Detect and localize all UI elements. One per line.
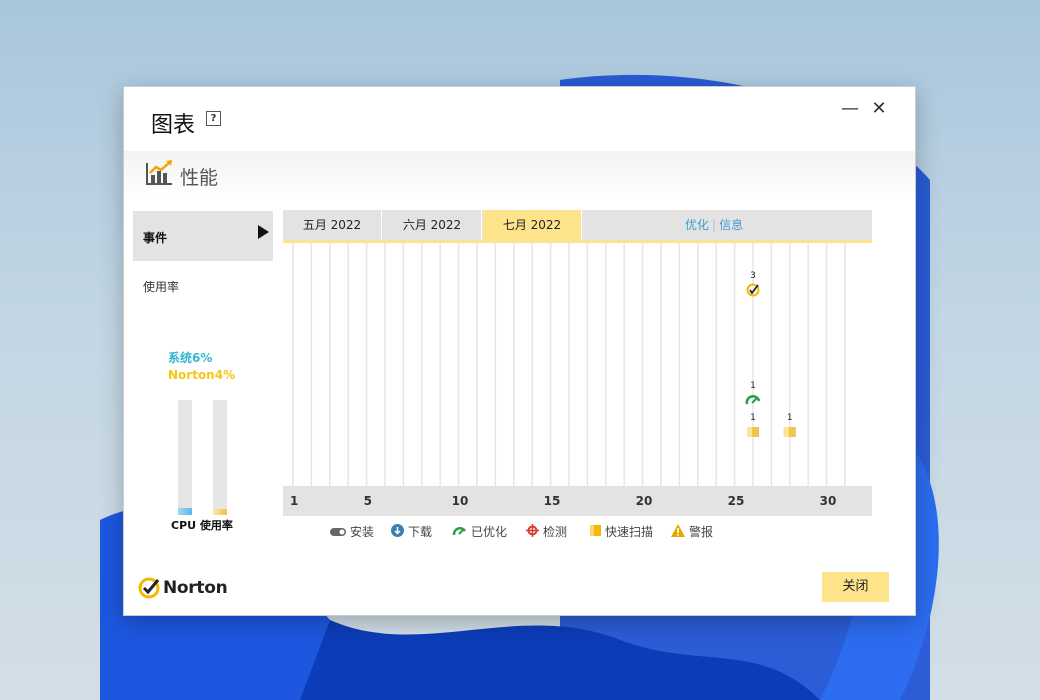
chart-plot-area: 3 1 1 1: [292, 243, 846, 486]
x-tick-label: 10: [451, 494, 469, 508]
alert-icon: [671, 523, 685, 540]
install-icon: [330, 525, 346, 539]
legend-install: 安装: [330, 523, 374, 540]
info-link[interactable]: 信息: [719, 218, 743, 232]
cpu-norton-label: Norton4%: [168, 368, 236, 382]
window-title: 图表: [151, 113, 196, 138]
sidebar-tab-label: 事件: [143, 231, 168, 245]
help-icon[interactable]: ?: [206, 111, 221, 126]
legend-download: 下载: [391, 523, 432, 540]
legend-label: 检测: [543, 525, 568, 539]
cpu-system-label: 系统6%: [168, 351, 213, 365]
legend-label: 警报: [689, 525, 714, 539]
legend-detection: 检测: [526, 523, 567, 540]
quick-scan-icon: [590, 524, 601, 539]
norton-brand-text: Norton: [163, 578, 228, 598]
download-icon: [391, 523, 404, 540]
month-tabs: 五月 2022 六月 2022 七月 2022 优化 | 信息: [283, 210, 872, 240]
event-count-label: 1: [750, 413, 756, 423]
optimized-icon: [452, 525, 467, 539]
cpu-norton-bar-fill: [213, 509, 227, 515]
event-count-label: 1: [750, 381, 756, 391]
legend-label: 下载: [408, 525, 433, 539]
section-title: 性能: [180, 167, 219, 189]
cpu-usage-caption: CPU 使用率: [171, 519, 233, 532]
optimize-link[interactable]: 优化: [685, 218, 709, 232]
x-axis: 1 5 10 15 20 25 30: [283, 486, 872, 516]
events-chart: 五月 2022 六月 2022 七月 2022 优化 | 信息 3111 1 5 10 1…: [283, 210, 872, 516]
close-button[interactable]: 关闭: [822, 572, 889, 602]
quick-scan-icon[interactable]: [783, 427, 796, 437]
section-header: 性能: [124, 151, 915, 199]
close-window-button[interactable]: ✕: [869, 99, 889, 119]
tab-july-2022[interactable]: 七月 2022: [483, 210, 582, 240]
norton-checkmark-icon: [138, 577, 160, 599]
norton-logo: Norton: [138, 577, 228, 599]
x-tick-label: 25: [727, 494, 745, 508]
play-arrow-icon: [258, 225, 269, 239]
cpu-system-bar: [178, 400, 192, 515]
cpu-norton-bar: [213, 400, 227, 515]
x-tick-label: 1: [290, 494, 299, 508]
chart-links: 优化 | 信息: [685, 218, 744, 232]
quick-scan-icon[interactable]: [747, 427, 759, 437]
tab-may-2022[interactable]: 五月 2022: [283, 210, 382, 240]
x-tick-label: 30: [819, 494, 837, 508]
performance-chart-icon: [146, 160, 172, 185]
legend-label: 安装: [350, 525, 375, 539]
event-count-label: 3: [750, 271, 756, 281]
cpu-system-bar-fill: [178, 508, 192, 515]
minimize-button[interactable]: —: [840, 99, 860, 119]
tab-june-2022[interactable]: 六月 2022: [383, 210, 482, 240]
x-tick-label: 20: [635, 494, 653, 508]
legend-label: 快速扫描: [605, 525, 654, 539]
detection-icon: [526, 523, 539, 540]
event-count-label: 1: [787, 413, 793, 423]
x-tick-label: 5: [363, 494, 372, 508]
charts-window: 图表 ? — ✕ 性能 事件 使用率 系统6% Norton4% CPU 使用率…: [123, 86, 916, 616]
sidebar-tab-events[interactable]: 事件: [133, 211, 273, 261]
legend-optimized: 已优化: [452, 523, 507, 540]
legend-quick-scan: 快速扫描: [590, 523, 653, 540]
legend-label: 已优化: [471, 525, 508, 539]
legend-alert: 警报: [671, 523, 713, 540]
x-tick-label: 15: [543, 494, 561, 508]
sidebar-tab-usage[interactable]: 使用率: [143, 278, 179, 295]
